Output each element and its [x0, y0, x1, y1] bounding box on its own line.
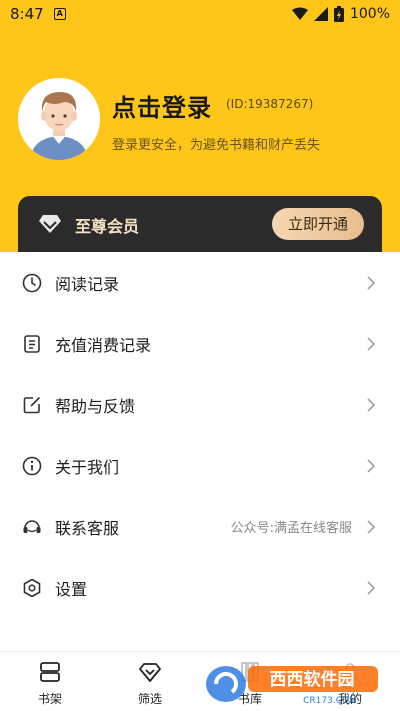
diamond-icon: [139, 663, 161, 682]
notification-app-icon: A: [53, 8, 66, 20]
nav-tab-label: 书架: [37, 692, 62, 706]
nav-tab-filter[interactable]: 筛选: [100, 652, 200, 711]
menu-item-label: 关于我们: [55, 457, 120, 477]
login-subtitle: 登录更安全，为避免书籍和财产丢失: [112, 138, 321, 153]
menu-item-label: 设置: [55, 579, 88, 599]
bookshelf-icon: [40, 662, 60, 682]
menu-item-label: 联系客服: [55, 518, 120, 538]
avatar[interactable]: [18, 78, 100, 160]
watermark-url: CR173.COM: [303, 696, 357, 706]
chevron-right-icon: [367, 580, 376, 595]
menu-item-label: 充值消费记录: [55, 335, 152, 355]
diamond-icon: [39, 215, 61, 233]
status-bar: 8:47 A 100%: [0, 0, 400, 28]
watermark-logo: 西西软件园 CR173.COM: [206, 666, 378, 706]
edit-icon: [22, 395, 42, 415]
profile-section[interactable]: 点击登录 (ID:19387267) 登录更安全，为避免书籍和财产丢失: [18, 78, 382, 160]
chevron-right-icon: [367, 458, 376, 473]
vip-label: 至尊会员: [75, 217, 140, 236]
wifi-icon: [291, 7, 308, 20]
chevron-right-icon: [367, 519, 376, 534]
signal-icon: [313, 7, 328, 21]
chevron-right-icon: [367, 397, 376, 412]
battery-percent: 100%: [349, 6, 390, 22]
menu-item-customer-service[interactable]: 联系客服 公众号:满孟在线客服: [0, 496, 400, 557]
menu-item-recharge-history[interactable]: 充值消费记录: [0, 313, 400, 374]
settings-icon: [22, 578, 42, 598]
menu-item-about-us[interactable]: 关于我们: [0, 435, 400, 496]
status-icons: 100%: [291, 6, 390, 22]
menu-item-help-feedback[interactable]: 帮助与反馈: [0, 374, 400, 435]
headset-icon: [22, 517, 42, 537]
vip-card[interactable]: 至尊会员 立即开通: [18, 196, 382, 252]
chevron-right-icon: [367, 336, 376, 351]
menu-item-label: 帮助与反馈: [55, 396, 136, 416]
settings-menu: 阅读记录 充值消费记录 帮助与反馈 关于我们 联系客服 公众号:满孟在线客服 设…: [0, 252, 400, 618]
nav-tab-bookshelf[interactable]: 书架: [0, 652, 100, 711]
battery-icon: [333, 6, 344, 22]
official-account-hint: 公众号:满孟在线客服: [230, 521, 352, 536]
user-id: (ID:19387267): [226, 97, 314, 111]
status-time: 8:47: [10, 5, 44, 23]
default-avatar-icon: [18, 78, 100, 160]
receipt-icon: [22, 334, 42, 354]
menu-item-label: 阅读记录: [55, 274, 120, 294]
menu-item-reading-history[interactable]: 阅读记录: [0, 252, 400, 313]
nav-tab-label: 筛选: [137, 692, 162, 706]
menu-item-settings[interactable]: 设置: [0, 557, 400, 618]
info-icon: [22, 456, 42, 476]
chevron-right-icon: [367, 275, 376, 290]
clock-icon: [22, 273, 42, 293]
login-title[interactable]: 点击登录: [112, 88, 212, 123]
activate-vip-button[interactable]: 立即开通: [272, 208, 364, 240]
watermark-text: 西西软件园: [270, 669, 355, 690]
